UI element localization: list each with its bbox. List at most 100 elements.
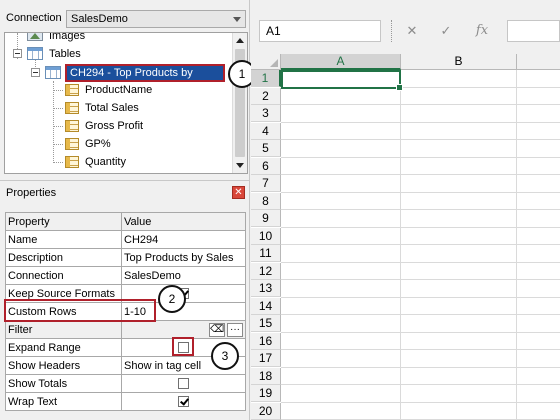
- row-header-17[interactable]: 17: [251, 350, 281, 367]
- property-value[interactable]: [121, 374, 246, 393]
- row-gridline: [281, 191, 560, 193]
- table-icon: [45, 66, 61, 79]
- property-value[interactable]: [121, 392, 246, 411]
- formula-bar[interactable]: [507, 20, 560, 42]
- cancel-icon[interactable]: ✕: [401, 20, 423, 42]
- field-icon: [65, 84, 79, 96]
- callout-3: 3: [211, 342, 239, 370]
- collapse-table-icon[interactable]: [31, 68, 40, 77]
- row-gridline: [281, 209, 560, 210]
- table-folder-icon: [27, 47, 43, 60]
- property-row[interactable]: Show Totals: [5, 374, 246, 393]
- tree-connector: [53, 126, 63, 127]
- row-gridline: [281, 104, 560, 105]
- select-all-corner[interactable]: [251, 54, 281, 70]
- property-name: Wrap Text: [5, 392, 122, 411]
- field-icon: [65, 138, 79, 150]
- property-row[interactable]: Expand Range: [5, 338, 246, 357]
- tree-connector: [53, 108, 63, 109]
- tree-item-field[interactable]: ProductName: [85, 81, 152, 99]
- active-cell-a1[interactable]: [281, 70, 403, 91]
- property-name: Show Totals: [5, 374, 122, 393]
- tree-connector: [53, 90, 63, 91]
- insert-function-icon[interactable]: fx: [471, 20, 493, 42]
- row-gridline: [281, 331, 560, 333]
- row-header-4[interactable]: 4: [251, 122, 281, 140]
- row-header-9[interactable]: 9: [251, 210, 281, 227]
- row-header-6[interactable]: 6: [251, 157, 281, 175]
- property-name: Show Headers: [5, 356, 122, 375]
- field-icon: [65, 156, 79, 168]
- row-header-20[interactable]: 20: [251, 402, 281, 420]
- name-box[interactable]: A1: [259, 20, 381, 42]
- row-header-11[interactable]: 11: [251, 245, 281, 262]
- property-row[interactable]: Filter ⌫ ···: [5, 320, 246, 339]
- row-header-8[interactable]: 8: [251, 192, 281, 210]
- property-value[interactable]: CH294: [121, 230, 246, 249]
- row-gridline: [281, 401, 560, 403]
- row-header-18[interactable]: 18: [251, 367, 281, 385]
- row-header-10[interactable]: 10: [251, 227, 281, 245]
- chevron-down-icon: [233, 17, 241, 22]
- property-value[interactable]: SalesDemo: [121, 266, 246, 285]
- tree-item-field[interactable]: Gross Profit: [85, 117, 143, 135]
- row-header-15[interactable]: 15: [251, 315, 281, 332]
- tree-item-field[interactable]: GP%: [85, 135, 111, 153]
- property-row[interactable]: Wrap Text: [5, 392, 246, 411]
- property-value[interactable]: Top Products by Sales: [121, 248, 246, 267]
- tree-scrollbar[interactable]: [232, 33, 247, 173]
- collapse-tables-icon[interactable]: [13, 49, 22, 58]
- property-column-header: Property: [5, 212, 122, 231]
- property-row[interactable]: Name CH294: [5, 230, 246, 249]
- row-gridline: [281, 384, 560, 385]
- property-row[interactable]: Connection SalesDemo: [5, 266, 246, 285]
- row-gridline: [281, 314, 560, 315]
- connection-row: Connection SalesDemo: [0, 0, 250, 30]
- row-header-2[interactable]: 2: [251, 87, 281, 105]
- close-icon[interactable]: ✕: [232, 186, 245, 199]
- row-gridline: [281, 244, 560, 245]
- connection-select[interactable]: SalesDemo: [66, 10, 246, 28]
- tree-item-tables[interactable]: Tables: [49, 45, 81, 63]
- field-icon: [65, 120, 79, 132]
- tree-item-selected-table[interactable]: CH294 - Top Products by Sales: [65, 64, 225, 93]
- tree-connector: [53, 81, 54, 163]
- row-header-14[interactable]: 14: [251, 297, 281, 315]
- row-header-12[interactable]: 12: [251, 262, 281, 280]
- tree-item-field[interactable]: Quantity: [85, 153, 126, 171]
- properties-title: Properties: [6, 187, 57, 199]
- row-gridline: [281, 121, 560, 123]
- property-row[interactable]: Show Headers Show in tag cell: [5, 356, 246, 375]
- show-totals-checkbox[interactable]: [178, 378, 189, 390]
- column-header-a[interactable]: A: [281, 54, 401, 70]
- wrap-text-checkbox[interactable]: [178, 396, 189, 408]
- row-header-13[interactable]: 13: [251, 280, 281, 297]
- row-header-16[interactable]: 16: [251, 332, 281, 350]
- row-gridline: [281, 349, 560, 350]
- tree-item-images[interactable]: Images: [49, 33, 85, 45]
- row-header-5[interactable]: 5: [251, 140, 281, 157]
- field-icon: [65, 102, 79, 114]
- property-name: Filter: [5, 320, 122, 339]
- row-header-7[interactable]: 7: [251, 175, 281, 192]
- property-row[interactable]: Description Top Products by Sales: [5, 248, 246, 267]
- connection-label: Connection: [6, 12, 62, 24]
- scroll-up-icon[interactable]: [236, 38, 244, 43]
- enter-icon[interactable]: ✓: [435, 20, 457, 42]
- column-header-b[interactable]: B: [401, 54, 517, 70]
- row-header-1[interactable]: 1: [251, 70, 281, 87]
- connection-value: SalesDemo: [71, 13, 128, 25]
- more-options-button[interactable]: ···: [227, 322, 243, 337]
- row-header-19[interactable]: 19: [251, 385, 281, 402]
- eraser-icon[interactable]: ⌫: [209, 322, 225, 337]
- formula-area: A1 ✕ ✓ fx: [251, 0, 560, 54]
- row-gridline: [281, 139, 560, 140]
- column-header-c[interactable]: [517, 54, 560, 70]
- row-header-3[interactable]: 3: [251, 105, 281, 122]
- scroll-down-icon[interactable]: [236, 163, 244, 168]
- property-value[interactable]: ⌫ ···: [121, 320, 246, 339]
- tree-item-field[interactable]: Total Sales: [85, 99, 139, 117]
- image-folder-icon: [27, 33, 43, 41]
- column-gridline: [516, 70, 517, 420]
- row-gridline: [281, 226, 560, 228]
